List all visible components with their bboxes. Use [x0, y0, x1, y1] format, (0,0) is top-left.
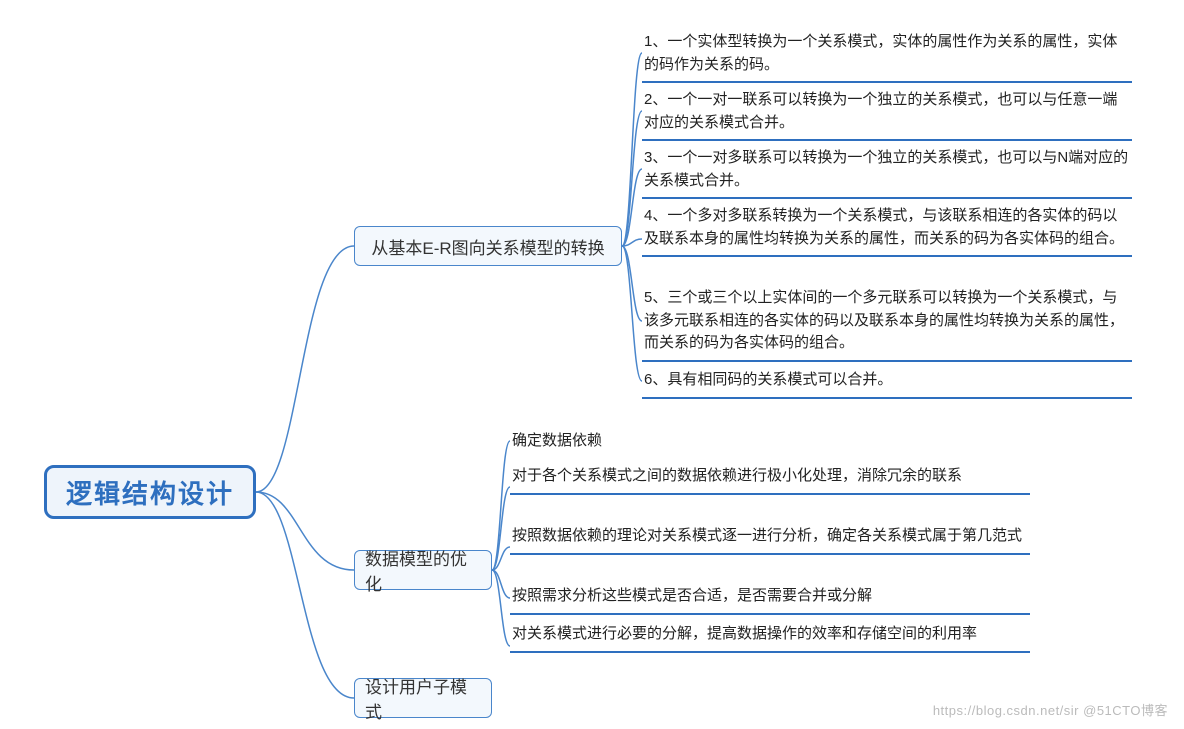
branch-subschema[interactable]: 设计用户子模式 [354, 678, 492, 718]
opt-leaf-1: 确定数据依赖 [510, 427, 1030, 458]
opt-leaf-3: 按照数据依赖的理论对关系模式逐一进行分析，确定各关系模式属于第几范式 [510, 522, 1030, 555]
opt-leaf-5: 对关系模式进行必要的分解，提高数据操作的效率和存储空间的利用率 [510, 620, 1030, 653]
branch-opt-label: 数据模型的优化 [365, 545, 481, 595]
er-leaf-4: 4、一个多对多联系转换为一个关系模式，与该联系相连的各实体的码以及联系本身的属性… [642, 202, 1132, 257]
branch-opt[interactable]: 数据模型的优化 [354, 550, 492, 590]
branch-er[interactable]: 从基本E-R图向关系模型的转换 [354, 226, 622, 266]
branch-er-label: 从基本E-R图向关系模型的转换 [371, 234, 604, 259]
watermark: https://blog.csdn.net/sir @51CTO博客 [933, 700, 1168, 719]
er-leaf-3: 3、一个一对多联系可以转换为一个独立的关系模式，也可以与N端对应的关系模式合并。 [642, 144, 1132, 199]
er-leaf-1: 1、一个实体型转换为一个关系模式，实体的属性作为关系的属性，实体的码作为关系的码… [642, 28, 1132, 83]
root-label: 逻辑结构设计 [66, 474, 234, 511]
er-leaf-2: 2、一个一对一联系可以转换为一个独立的关系模式，也可以与任意一端对应的关系模式合… [642, 86, 1132, 141]
root-node[interactable]: 逻辑结构设计 [44, 465, 256, 519]
er-leaf-5: 5、三个或三个以上实体间的一个多元联系可以转换为一个关系模式，与该多元联系相连的… [642, 284, 1132, 362]
opt-leaf-2: 对于各个关系模式之间的数据依赖进行极小化处理，消除冗余的联系 [510, 462, 1030, 495]
er-leaf-6: 6、具有相同码的关系模式可以合并。 [642, 366, 1132, 399]
opt-leaf-4: 按照需求分析这些模式是否合适，是否需要合并或分解 [510, 582, 1030, 615]
branch-subschema-label: 设计用户子模式 [365, 673, 481, 723]
